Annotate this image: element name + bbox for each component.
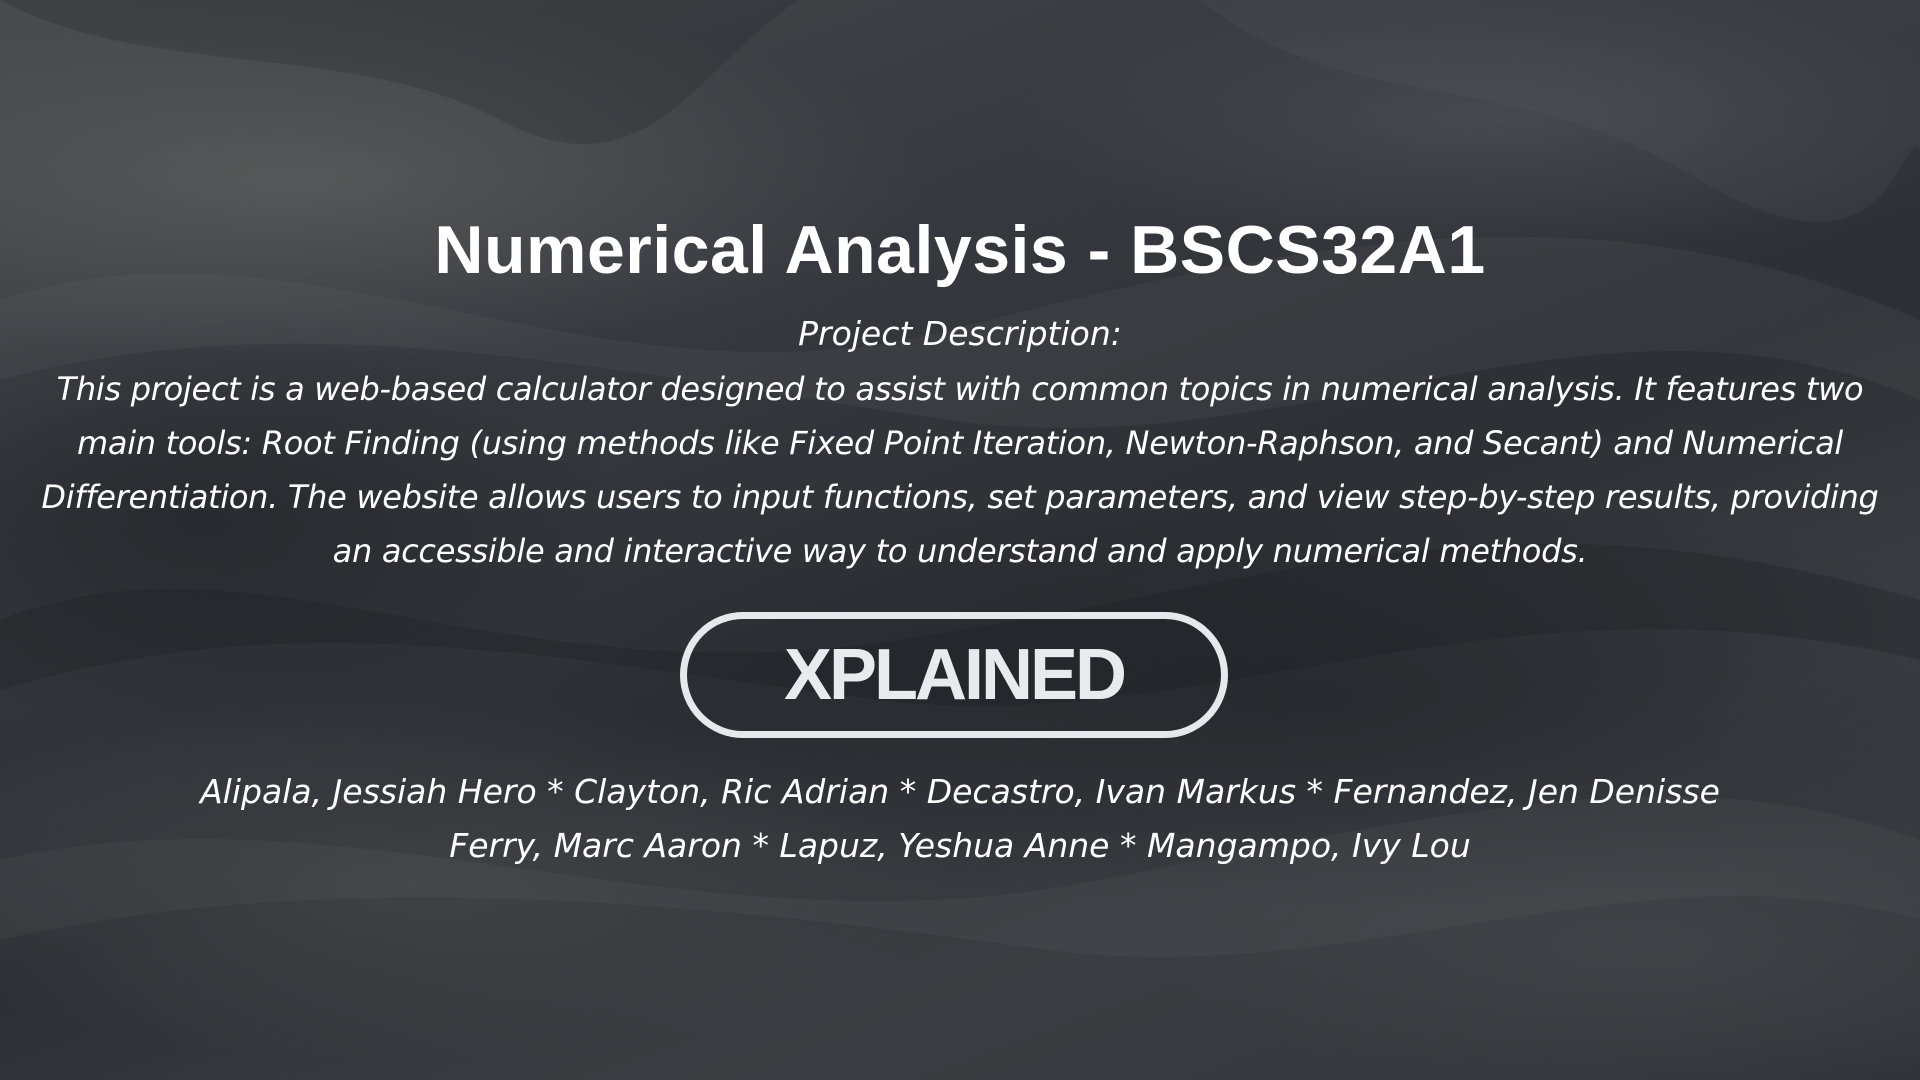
authors-list: Alipala, Jessiah Hero * Clayton, Ric Adr… (0, 765, 1920, 873)
slide-title: Numerical Analysis - BSCS32A1 (434, 212, 1486, 288)
project-description-heading: Project Description: (798, 314, 1122, 353)
xplained-logo: XPLAINED (680, 612, 1228, 738)
authors-line-1: Alipala, Jessiah Hero * Clayton, Ric Adr… (200, 772, 1720, 811)
project-description-text: This project is a web-based calculator d… (41, 370, 1879, 570)
authors-line-2: Ferry, Marc Aaron * Lapuz, Yeshua Anne *… (449, 826, 1471, 865)
xplained-logo-text: XPLAINED (783, 635, 1127, 715)
title-slide: Numerical Analysis - BSCS32A1 Project De… (0, 0, 1920, 1080)
